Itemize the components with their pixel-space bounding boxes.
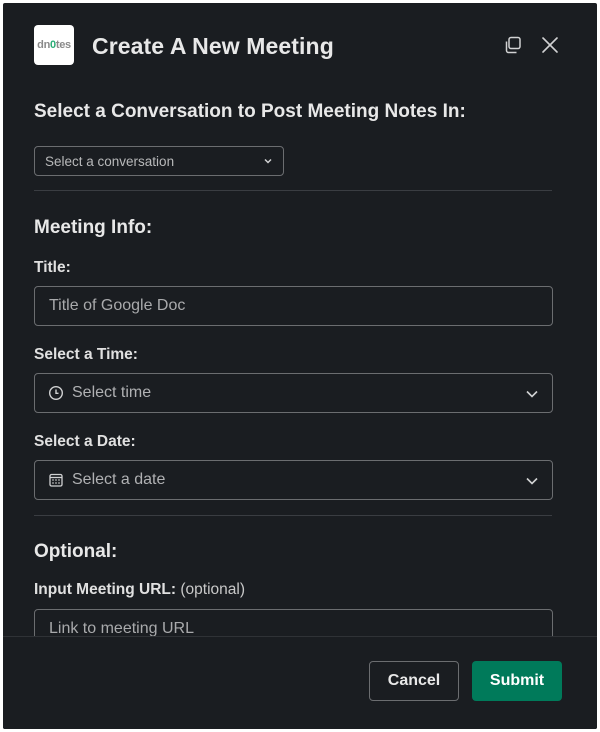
meeting-url-label: Input Meeting URL: (optional): [34, 581, 245, 599]
chevron-down-icon: [526, 390, 538, 398]
logo-text-part: tes: [55, 39, 71, 51]
chevron-down-icon: [526, 477, 538, 485]
time-select[interactable]: Select time: [34, 373, 553, 413]
title-input[interactable]: [49, 297, 552, 315]
date-label: Select a Date:: [34, 433, 136, 450]
divider: [34, 190, 552, 191]
time-select-value: Select time: [72, 384, 152, 401]
modal-dialog: dn 0 tes Create A New Meeting Select a Con…: [3, 3, 597, 729]
logo-text-part: dn: [37, 39, 50, 51]
modal-header: dn 0 tes Create A New Meeting: [3, 3, 597, 93]
clock-icon: [48, 385, 64, 401]
meeting-url-label-text: Input Meeting URL:: [34, 581, 177, 598]
submit-button[interactable]: Submit: [472, 661, 562, 701]
close-button[interactable]: [538, 33, 562, 57]
date-select-value: Select a date: [72, 471, 166, 488]
modal-footer: Cancel Submit: [3, 636, 597, 729]
meeting-info-heading: Meeting Info:: [34, 217, 153, 238]
modal-body[interactable]: Select a Conversation to Post Meeting No…: [3, 93, 597, 636]
calendar-icon: [48, 472, 64, 488]
meeting-url-input[interactable]: [49, 620, 552, 636]
conversation-select[interactable]: Select a conversation: [34, 146, 284, 176]
meeting-url-field[interactable]: [34, 609, 553, 636]
close-icon: [542, 37, 558, 53]
copy-icon: [505, 36, 521, 54]
modal-title: Create A New Meeting: [92, 33, 334, 59]
conversation-select-value: Select a conversation: [45, 153, 175, 169]
cancel-button[interactable]: Cancel: [369, 661, 459, 701]
conversation-heading: Select a Conversation to Post Meeting No…: [34, 101, 466, 122]
optional-heading: Optional:: [34, 541, 118, 562]
title-field[interactable]: [34, 286, 553, 326]
chevron-down-icon: [264, 158, 272, 164]
app-logo: dn 0 tes: [34, 25, 74, 65]
divider: [34, 515, 552, 516]
copy-button[interactable]: [501, 33, 525, 57]
title-label: Title:: [34, 259, 71, 276]
time-label: Select a Time:: [34, 346, 138, 363]
optional-hint: (optional): [180, 581, 245, 598]
date-select[interactable]: Select a date: [34, 460, 553, 500]
